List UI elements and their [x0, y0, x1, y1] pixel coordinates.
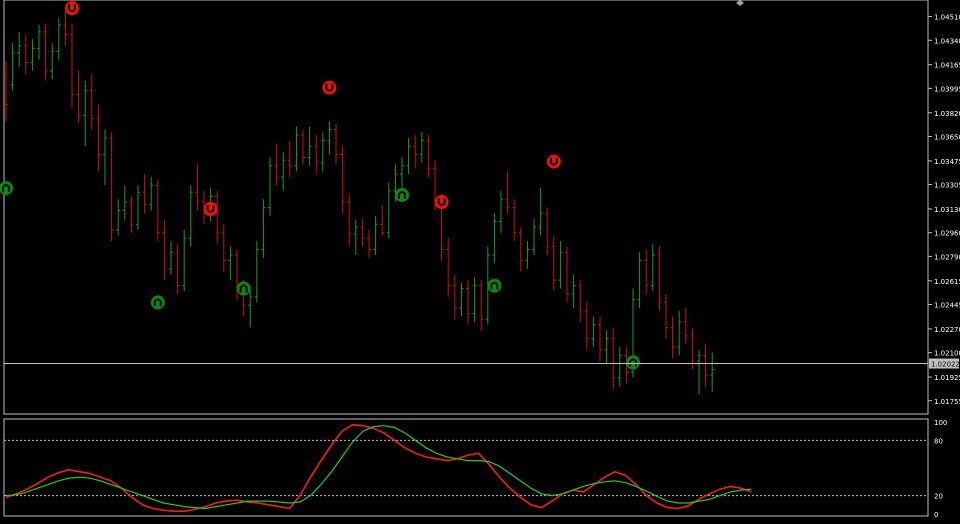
price-tick-label: 1.02960 [934, 230, 960, 238]
arrow-up-icon[interactable] [395, 188, 409, 203]
price-tick-label: 1.02270 [934, 326, 960, 334]
arrow-down-icon[interactable] [546, 154, 561, 169]
price-tick-label: 1.03820 [934, 110, 960, 118]
price-tick-label: 1.03650 [934, 133, 960, 141]
arrow-disc [150, 295, 165, 310]
arrow-up-icon[interactable] [236, 281, 251, 296]
arrow-disc [546, 154, 561, 169]
price-tick-label: 1.02445 [934, 302, 960, 310]
arrow-down-icon[interactable] [434, 195, 449, 210]
price-tick-label: 1.02790 [934, 253, 960, 261]
price-tick-label: 1.03305 [934, 182, 960, 190]
indicator-tick-label: 0 [934, 511, 938, 519]
indicator-tick-label: 100 [934, 419, 947, 427]
arrow-up-icon[interactable] [626, 355, 640, 370]
arrow-disc [65, 1, 79, 16]
price-tick-label: 1.02615 [934, 278, 960, 286]
arrow-disc [236, 281, 251, 296]
chart-background [0, 0, 960, 520]
arrow-down-icon[interactable] [203, 202, 218, 216]
arrow-disc [626, 355, 640, 370]
arrow-disc [395, 188, 409, 203]
indicator-tick-label: 80 [934, 437, 943, 445]
price-tick-label: 1.04165 [934, 62, 960, 70]
price-tick-label: 1.03475 [934, 158, 960, 166]
arrow-disc [434, 195, 449, 210]
ohlc-chart-with-stochastic[interactable]: 1.04510 1.04340 1.04165 1.03995 1.03820 1.036… [0, 0, 960, 520]
price-tick-label: 1.02100 [934, 350, 960, 358]
price-tick-label: 1.03130 [934, 206, 960, 214]
arrow-disc [322, 80, 337, 95]
arrow-down-icon[interactable] [65, 1, 79, 16]
price-tick-label: 1.04340 [934, 37, 960, 45]
price-tick-label: 1.01925 [934, 374, 960, 382]
indicator-tick-label: 20 [934, 493, 943, 501]
current-price-label: 1.02022 [931, 361, 960, 369]
price-tick-label: 1.01755 [934, 398, 960, 406]
arrow-up-icon[interactable] [150, 295, 165, 310]
arrow-disc [487, 278, 502, 293]
price-tick-label: 1.03995 [934, 85, 960, 93]
arrow-disc [203, 202, 218, 216]
arrow-up-icon[interactable] [487, 278, 502, 293]
arrow-down-icon[interactable] [322, 80, 337, 95]
price-tick-label: 1.04510 [934, 14, 960, 22]
chart-canvas[interactable]: 1.04510 1.04340 1.04165 1.03995 1.03820 1.036… [0, 0, 960, 520]
